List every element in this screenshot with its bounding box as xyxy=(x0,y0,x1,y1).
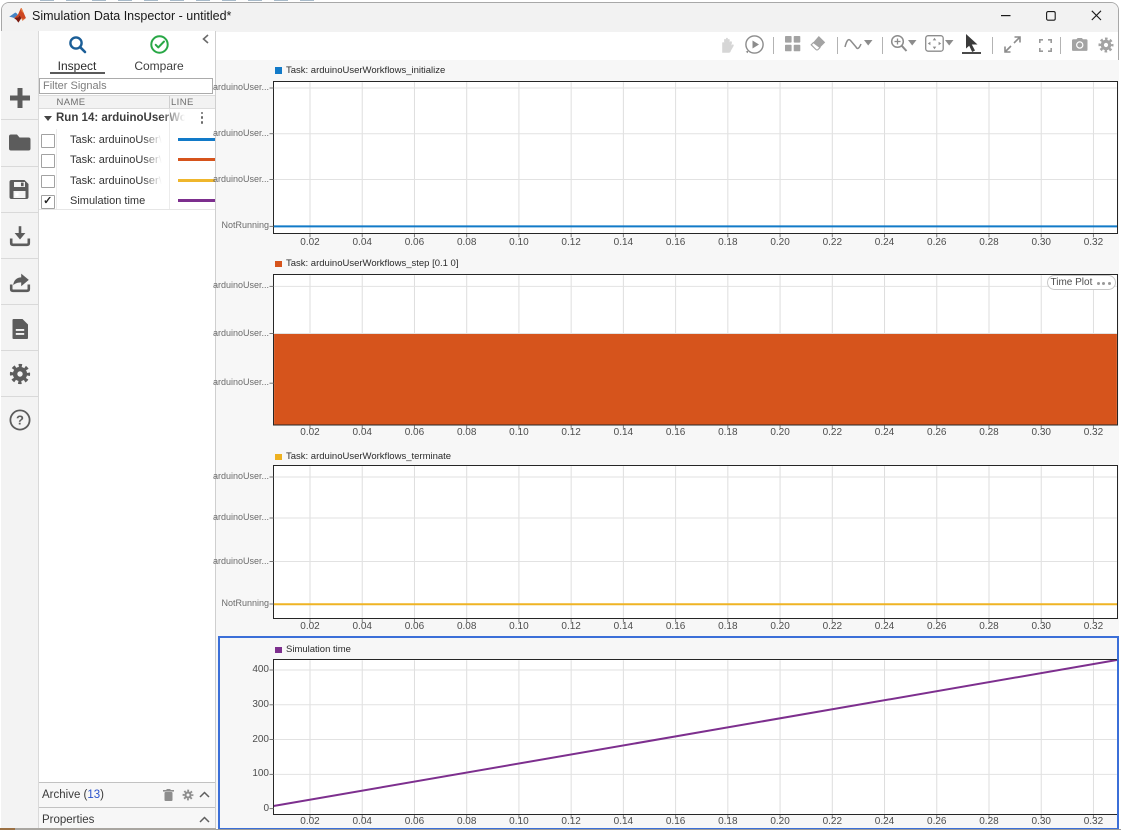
svg-text:?: ? xyxy=(16,413,24,428)
